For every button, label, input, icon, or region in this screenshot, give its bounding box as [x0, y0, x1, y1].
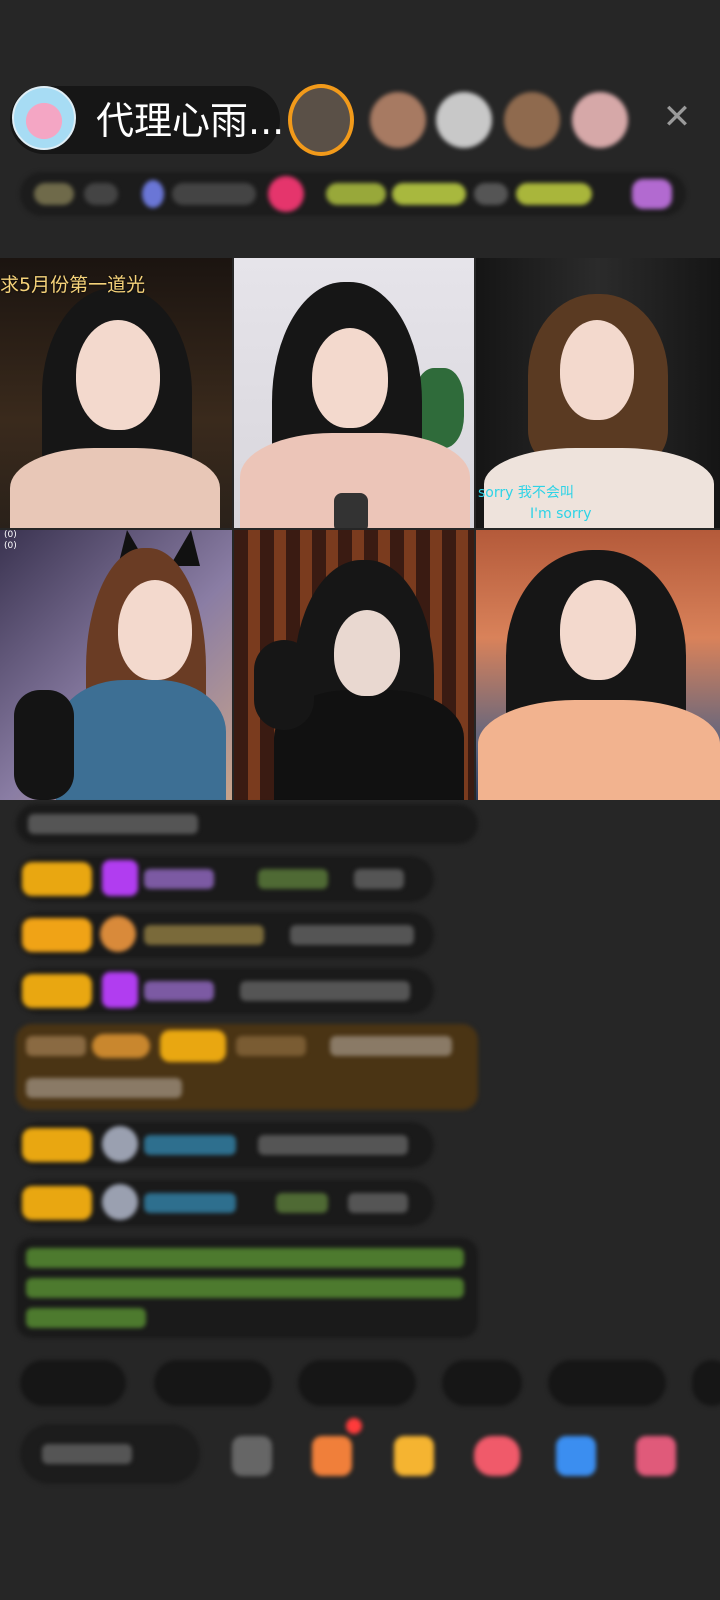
level-badge	[160, 1030, 226, 1062]
top-viewer-avatar-4[interactable]	[504, 92, 560, 148]
chat-text	[276, 1193, 328, 1213]
chat-text	[240, 981, 410, 1001]
host-avatar[interactable]	[12, 86, 76, 150]
vip-gem-icon	[102, 860, 138, 896]
subtitle-line-1: sorry 我不会叫	[478, 485, 574, 501]
top-viewer-avatar-5[interactable]	[572, 92, 628, 148]
top-viewer-avatar-2[interactable]	[370, 92, 426, 148]
gift-box-icon[interactable]	[232, 1436, 272, 1476]
video-cell-2[interactable]	[234, 258, 474, 528]
chat-text	[330, 1036, 452, 1056]
host-name[interactable]: 代理心雨...	[96, 98, 284, 144]
notice-text	[26, 1278, 464, 1298]
chat-username[interactable]	[144, 1135, 236, 1155]
quick-reply-5[interactable]	[548, 1360, 666, 1406]
quick-reply-1[interactable]	[20, 1360, 126, 1406]
chat-username[interactable]	[144, 925, 264, 945]
gift-bag-icon[interactable]	[312, 1436, 352, 1476]
chat-text	[354, 869, 404, 889]
top-viewer-avatar-1[interactable]	[288, 84, 354, 156]
pk-icon[interactable]	[474, 1436, 520, 1476]
tag-chip-1	[326, 183, 386, 205]
chat-username[interactable]	[144, 1193, 236, 1213]
level-badge	[22, 862, 92, 896]
tag-chip-4	[516, 183, 592, 205]
quick-reply-3[interactable]	[298, 1360, 416, 1406]
level-badge	[22, 1186, 92, 1220]
tag-chip-5	[632, 179, 672, 209]
stream-counter-marks: (0) (0)	[4, 530, 17, 551]
quick-reply-6[interactable]	[692, 1360, 720, 1406]
red-envelope-icon[interactable]	[394, 1436, 434, 1476]
chat-input-placeholder	[42, 1444, 132, 1464]
fan-badge-icon	[100, 916, 136, 952]
chat-username[interactable]	[236, 1036, 306, 1056]
heart-chip[interactable]	[268, 176, 304, 212]
level-badge	[22, 974, 92, 1008]
notice-text	[26, 1308, 146, 1328]
chat-text	[26, 1078, 182, 1098]
level-badge	[22, 1128, 92, 1162]
rank-chip-text	[84, 183, 118, 205]
chat-username[interactable]	[144, 981, 214, 1001]
notification-dot	[346, 1418, 362, 1434]
fans-chip-text	[172, 183, 256, 205]
vip-gem-icon	[102, 972, 138, 1008]
chat-text	[290, 925, 414, 945]
user-avatar[interactable]	[102, 1126, 138, 1162]
fans-chip-icon	[142, 180, 164, 208]
video-cell-1[interactable]	[0, 258, 232, 528]
level-badge	[22, 918, 92, 952]
quick-reply-4[interactable]	[442, 1360, 522, 1406]
close-icon[interactable]: ✕	[660, 100, 694, 134]
chat-username[interactable]	[144, 869, 214, 889]
chat-text	[258, 869, 328, 889]
chat-message-1-text	[28, 814, 198, 834]
tag-chip-2	[392, 183, 466, 205]
subtitle-line-2: I'm sorry	[530, 506, 592, 522]
video-cell-5[interactable]	[234, 530, 474, 800]
notice-text	[26, 1248, 464, 1268]
tag-chip-3	[474, 183, 508, 205]
chat-text	[26, 1036, 86, 1056]
more-gifts-icon[interactable]	[636, 1436, 676, 1476]
chat-text	[348, 1193, 408, 1213]
quick-reply-2[interactable]	[154, 1360, 272, 1406]
top-viewer-avatar-3[interactable]	[436, 92, 492, 148]
video-cell-6[interactable]	[476, 530, 720, 800]
stream-overlay-title: 求5月份第一道光	[0, 274, 146, 296]
guard-badge	[92, 1034, 150, 1058]
user-avatar[interactable]	[102, 1184, 138, 1220]
video-cell-4[interactable]	[0, 530, 232, 800]
game-icon[interactable]	[556, 1436, 596, 1476]
rank-chip[interactable]	[34, 183, 74, 205]
chat-text	[258, 1135, 408, 1155]
